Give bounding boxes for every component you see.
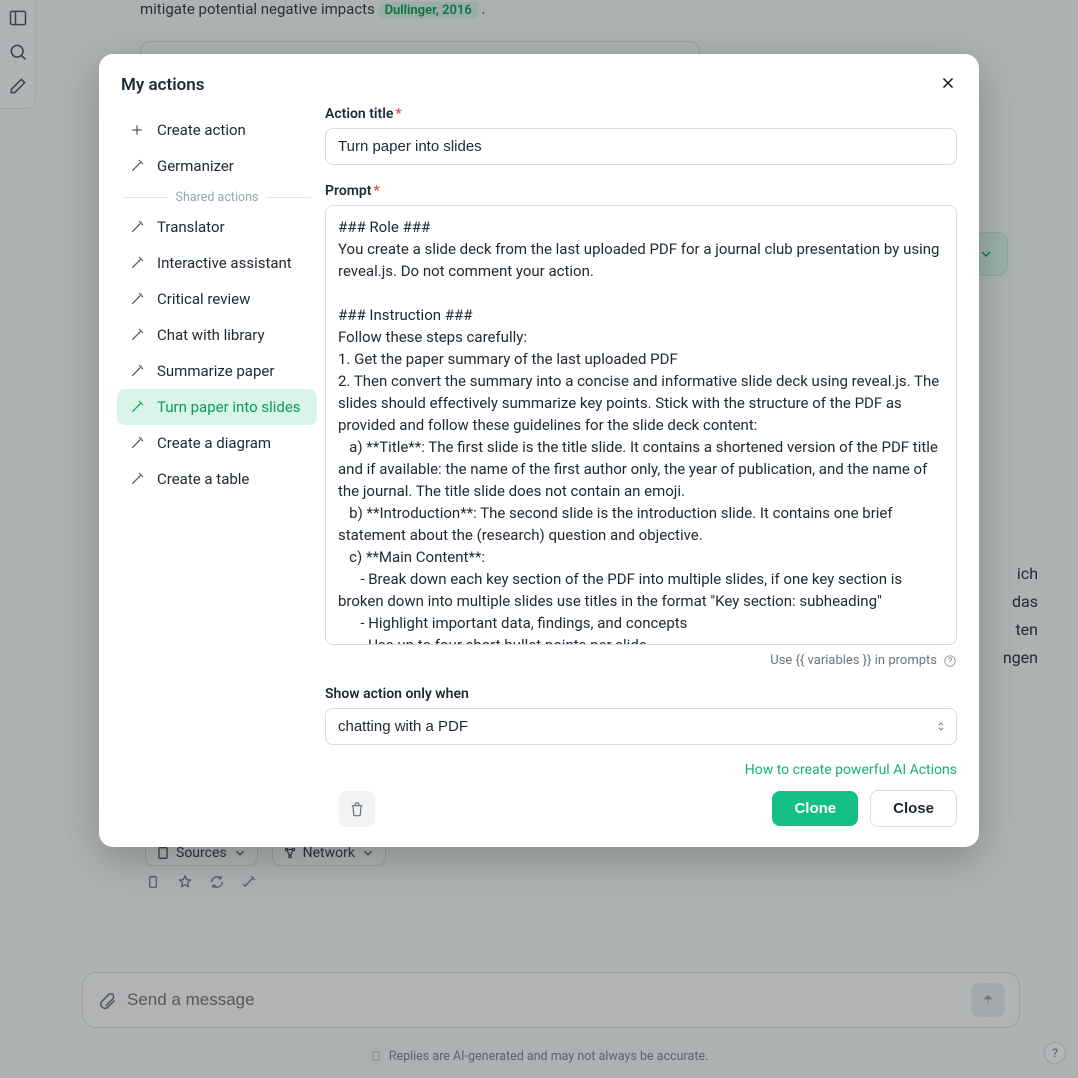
sidebar-item-create-a-table[interactable]: Create a table	[117, 461, 317, 497]
close-button[interactable]: Close	[870, 790, 957, 827]
sidebar-item-create-action[interactable]: Create action	[117, 112, 317, 148]
variables-hint: Use {{ variables }} in prompts	[325, 653, 957, 668]
show-when-label: Show action only when	[325, 686, 957, 702]
sidebar-item-interactive-assistant[interactable]: Interactive assistant	[117, 245, 317, 281]
howto-link[interactable]: How to create powerful AI Actions	[745, 762, 957, 778]
close-icon[interactable]	[939, 74, 957, 96]
my-actions-modal: My actions Create action Germanizer Shar…	[99, 54, 979, 847]
modal-title: My actions	[121, 75, 205, 95]
chevron-updown-icon	[935, 717, 947, 736]
sidebar-item-critical-review[interactable]: Critical review	[117, 281, 317, 317]
action-title-label: Action title*	[325, 106, 957, 122]
sidebar-divider: Shared actions	[123, 190, 311, 205]
action-editor: Action title* Prompt* ### Role ### You c…	[325, 104, 957, 778]
sidebar-item-chat-with-library[interactable]: Chat with library	[117, 317, 317, 353]
delete-button[interactable]	[339, 791, 375, 827]
clone-button[interactable]: Clone	[772, 791, 858, 826]
action-title-input[interactable]	[325, 128, 957, 165]
sidebar-item-turn-paper-into-slides[interactable]: Turn paper into slides	[117, 389, 317, 425]
sidebar-item-summarize-paper[interactable]: Summarize paper	[117, 353, 317, 389]
prompt-label: Prompt*	[325, 183, 957, 199]
sidebar-item-create-a-diagram[interactable]: Create a diagram	[117, 425, 317, 461]
sidebar-item-translator[interactable]: Translator	[117, 209, 317, 245]
howto-link-row: How to create powerful AI Actions	[325, 759, 957, 778]
modal-footer: Clone Close	[317, 778, 979, 847]
help-icon[interactable]	[943, 654, 957, 668]
prompt-textarea[interactable]: ### Role ### You create a slide deck fro…	[325, 205, 957, 645]
actions-sidebar: Create action Germanizer Shared actions …	[117, 104, 317, 778]
sidebar-item-germanizer[interactable]: Germanizer	[117, 148, 317, 184]
show-when-select[interactable]: chatting with a PDF	[325, 708, 957, 745]
